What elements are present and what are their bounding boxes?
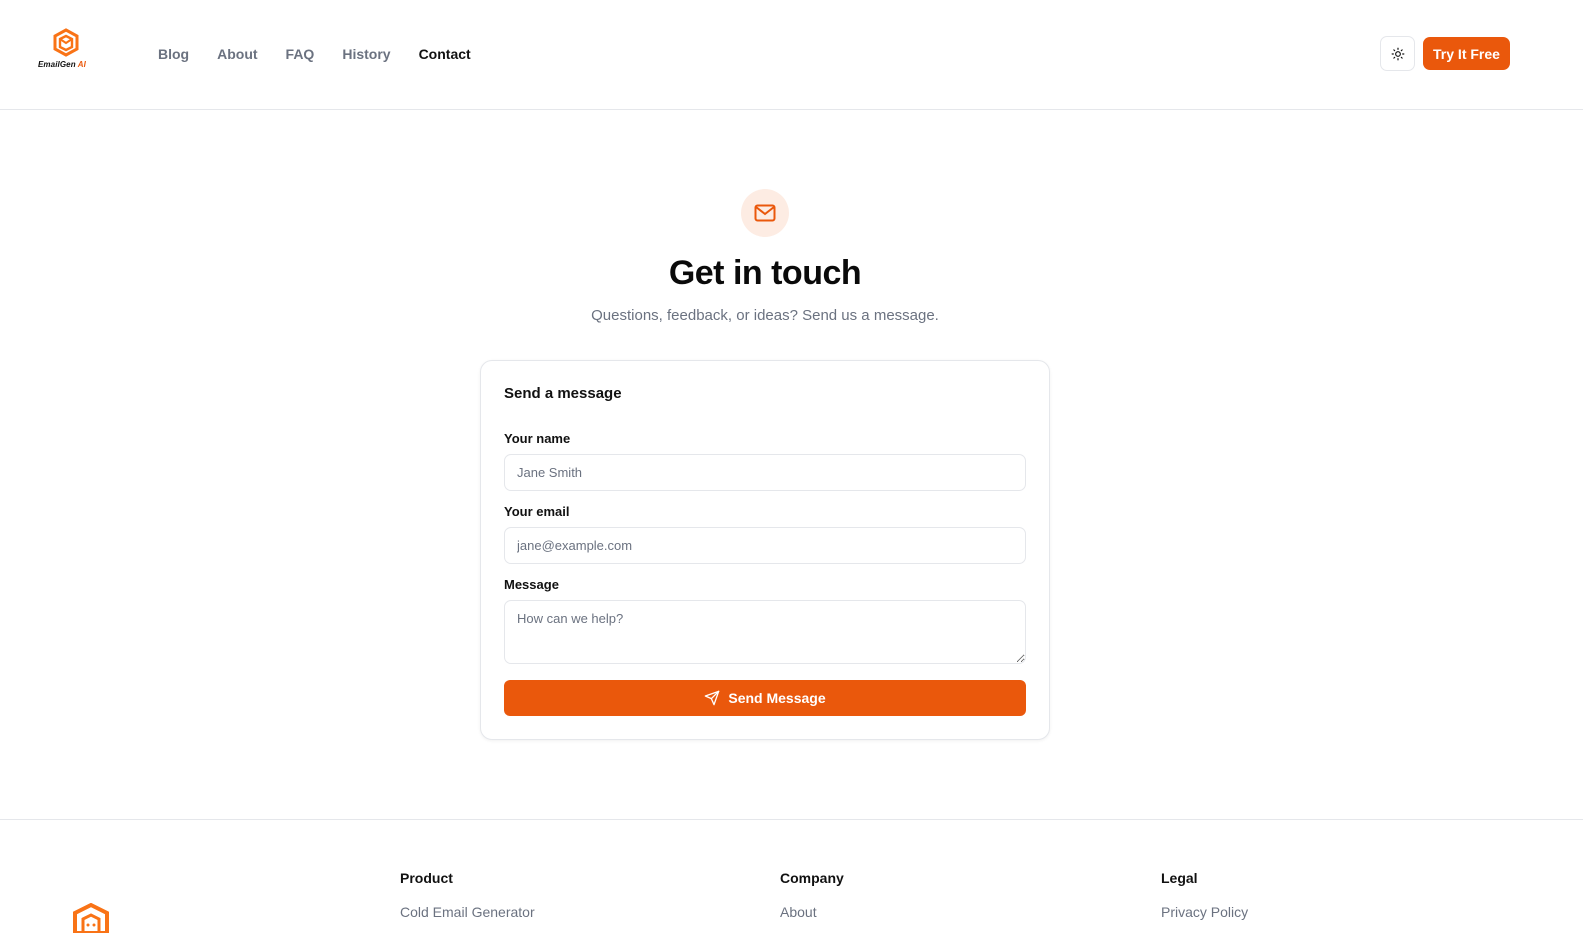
- theme-toggle-button[interactable]: [1380, 36, 1415, 71]
- nav-item-history[interactable]: History: [342, 45, 390, 63]
- footer-link-privacy-policy[interactable]: Privacy Policy: [1161, 904, 1248, 920]
- message-textarea[interactable]: [504, 600, 1026, 664]
- hexagon-envelope-logo-icon: [53, 28, 79, 57]
- contact-form-card: Send a message Your name Your email Mess…: [480, 360, 1050, 740]
- page-subtitle: Questions, feedback, or ideas? Send us a…: [591, 307, 939, 324]
- brand-logo[interactable]: EmailGen AI: [38, 28, 98, 72]
- message-label: Message: [504, 577, 559, 592]
- mail-icon: [754, 204, 776, 222]
- footer-logo[interactable]: [71, 902, 111, 938]
- send-icon: [705, 690, 720, 706]
- form-title: Send a message: [504, 385, 622, 402]
- try-it-free-button[interactable]: Try It Free: [1423, 37, 1510, 70]
- footer-heading-product: Product: [400, 870, 453, 886]
- name-label: Your name: [504, 431, 571, 446]
- sun-icon: [1391, 47, 1404, 60]
- send-message-button[interactable]: Send Message: [504, 680, 1026, 716]
- main-nav: Blog About FAQ History Contact: [158, 45, 499, 63]
- footer-col-company: Company About: [780, 870, 844, 920]
- nav-item-about[interactable]: About: [217, 45, 257, 63]
- nav-item-contact[interactable]: Contact: [419, 45, 471, 63]
- footer-link-cold-email-generator[interactable]: Cold Email Generator: [400, 904, 535, 920]
- site-footer: Product Cold Email Generator Company Abo…: [0, 819, 1583, 942]
- email-input[interactable]: [504, 527, 1026, 564]
- nav-item-faq[interactable]: FAQ: [286, 45, 315, 63]
- footer-heading-legal: Legal: [1161, 870, 1198, 886]
- hero-icon-badge: [741, 189, 789, 237]
- page-title: Get in touch: [668, 254, 862, 292]
- footer-col-product: Product Cold Email Generator: [400, 870, 535, 920]
- nav-item-blog[interactable]: Blog: [158, 45, 189, 63]
- brand-wordmark: EmailGen AI: [38, 60, 86, 69]
- send-message-label: Send Message: [728, 690, 826, 706]
- email-label: Your email: [504, 504, 570, 519]
- footer-link-about[interactable]: About: [780, 904, 844, 920]
- footer-col-legal: Legal Privacy Policy: [1161, 870, 1248, 920]
- site-header: EmailGen AI Blog About FAQ History Conta…: [0, 0, 1583, 110]
- name-input[interactable]: [504, 454, 1026, 491]
- footer-heading-company: Company: [780, 870, 844, 886]
- hexagon-envelope-logo-icon: [73, 902, 109, 935]
